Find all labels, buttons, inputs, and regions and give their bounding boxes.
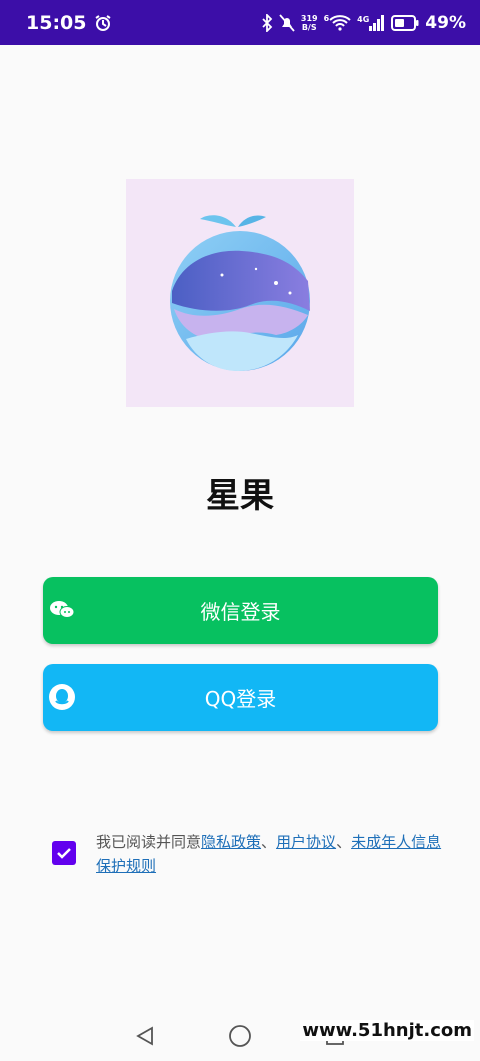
- bluetooth-icon: [261, 13, 273, 32]
- qq-icon: [47, 682, 77, 712]
- net-speed: 319 B/S: [300, 13, 318, 32]
- app-name: 星果: [206, 476, 274, 516]
- signal-icon: [369, 14, 385, 31]
- home-icon[interactable]: [228, 1024, 252, 1048]
- agreement-checkbox[interactable]: [52, 841, 76, 865]
- status-time: 15:05: [26, 11, 87, 34]
- agreement-prefix: 我已阅读并同意: [96, 833, 202, 851]
- wifi-indicator: 6: [324, 14, 352, 31]
- wifi-icon: [329, 14, 351, 31]
- watermark: www.51hnjt.com: [300, 1020, 474, 1041]
- qq-login-button[interactable]: QQ登录: [43, 664, 438, 731]
- qq-login-label: QQ登录: [204, 687, 277, 711]
- privacy-policy-link[interactable]: 隐私政策: [201, 833, 261, 851]
- status-bar: 15:05 319 B/S 6 4G 49%: [0, 0, 480, 45]
- wechat-login-label: 微信登录: [200, 600, 281, 624]
- user-agreement-link[interactable]: 用户协议: [276, 833, 336, 851]
- wechat-icon: [47, 595, 77, 625]
- wechat-login-button[interactable]: 微信登录: [43, 577, 438, 644]
- app-logo: [126, 179, 354, 407]
- agreement-row: 我已阅读并同意隐私政策、用户协议、未成年人信息保护规则: [52, 830, 442, 878]
- mute-bell-icon: [279, 13, 295, 32]
- battery-percent: 49%: [425, 12, 466, 33]
- alarm-icon: [94, 14, 112, 32]
- back-icon[interactable]: [134, 1025, 156, 1047]
- separator: 、: [336, 833, 352, 851]
- agreement-text: 我已阅读并同意隐私政策、用户协议、未成年人信息保护规则: [96, 830, 442, 878]
- cell-indicator: 4G: [357, 14, 385, 31]
- battery-icon: [391, 14, 419, 31]
- check-icon: [57, 848, 71, 859]
- separator: 、: [261, 833, 277, 851]
